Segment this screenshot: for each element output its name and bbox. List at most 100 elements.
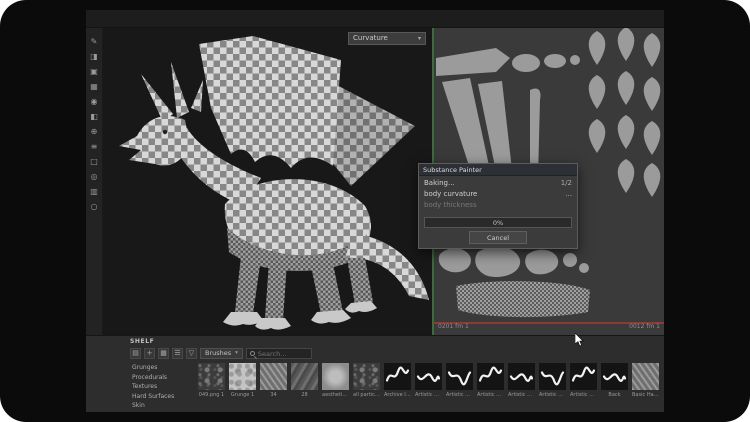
baking-item-next: body thickness (424, 201, 477, 209)
uv-island (644, 163, 661, 197)
uv-island (644, 77, 661, 111)
shelf-category-hard-surfaces[interactable]: Hard Surfaces (130, 393, 192, 402)
shelf-tile-label: Artistic Prin... (508, 392, 535, 398)
dragon-foot (255, 318, 291, 330)
shelf-tile-label: Artistic Hea... (446, 392, 473, 398)
cancel-button[interactable]: Cancel (469, 231, 527, 244)
dialog-titlebar[interactable]: Substance Painter (419, 164, 577, 176)
dragon-foot (311, 310, 351, 324)
shelf-tile-label: Archive Inte... (384, 392, 411, 398)
shelf-category-grunges[interactable]: Grunges (130, 364, 192, 373)
grunge-texture-thumbnail[interactable] (198, 363, 225, 390)
uv-island (644, 121, 661, 155)
search-input[interactable] (258, 350, 308, 358)
substance-painter-window: ✎ ◨ ▣ ▦ ◉ ◧ ⊕ ≡ □ ◎ ▥ ○ (86, 10, 664, 412)
grunge-texture-thumbnail[interactable] (229, 363, 256, 390)
search-box[interactable] (246, 348, 312, 359)
dragon-leg (311, 264, 343, 314)
material-picker-icon[interactable]: ⊕ (88, 126, 101, 138)
uv-island (618, 115, 635, 149)
channel-dropdown-value: Curvature (353, 33, 388, 44)
baking-progress-count: 1/2 (561, 179, 572, 187)
shelf-tile[interactable]: Artistic Soft... (477, 363, 504, 398)
titlebar (86, 10, 664, 28)
settings-icon[interactable]: ◎ (88, 171, 101, 183)
dragon-near-wing (199, 36, 341, 168)
uv-island (589, 31, 606, 65)
filter-icon[interactable]: ▽ (186, 348, 197, 359)
tool-toolbar: ✎ ◨ ▣ ▦ ◉ ◧ ⊕ ≡ □ ◎ ▥ ○ (86, 28, 103, 335)
brush-stroke-thumbnail[interactable] (415, 363, 442, 390)
shelf-tile[interactable]: 28 (291, 363, 318, 398)
shelf-tile[interactable]: Archive Inte... (384, 363, 411, 398)
dragon-horn (171, 62, 189, 118)
chevron-down-icon: ▾ (235, 349, 238, 358)
shelf-category-procedurals[interactable]: Procedurals (130, 374, 192, 383)
shelf-tile[interactable]: 34 (260, 363, 287, 398)
progress-percentage: 0% (493, 219, 503, 227)
viewport-3d[interactable]: Curvature ▾ (103, 28, 432, 335)
shelf-tile[interactable]: Artistic Soft... (570, 363, 597, 398)
shelf-tile[interactable]: Basic Hard... (632, 363, 659, 398)
polygon-fill-tool-icon[interactable]: ▦ (88, 81, 101, 93)
brush-stroke-thumbnail[interactable] (601, 363, 628, 390)
shelf-toolbar: ▤+▦☰▽ Brushes ▾ (130, 347, 312, 360)
paint-tool-icon[interactable]: ✎ (88, 36, 101, 48)
shelf-tile[interactable]: all particles (353, 363, 380, 398)
shelf-categories: GrungesProceduralsTexturesHard SurfacesS… (130, 364, 192, 411)
shelf-category-skin[interactable]: Skin (130, 402, 192, 411)
shelf-title: SHELF (130, 338, 154, 345)
layers-panel-icon[interactable]: ≡ (88, 141, 101, 153)
shelf-tile[interactable]: Artistic Hea... (446, 363, 473, 398)
shelf-tile-label: all particles (353, 392, 380, 398)
brush-stroke-thumbnail[interactable] (384, 363, 411, 390)
mask-icon[interactable]: □ (88, 156, 101, 168)
mouse-cursor (575, 333, 585, 347)
shelf-tile[interactable]: Artistic Bru... (415, 363, 442, 398)
shelf-tile[interactable]: Back (601, 363, 628, 398)
clone-tool-icon[interactable]: ◧ (88, 111, 101, 123)
brush-stroke-thumbnail[interactable] (508, 363, 535, 390)
shelf-tile[interactable]: Artistic Soft... (539, 363, 566, 398)
progress-bar: 0% (424, 217, 572, 228)
add-shelf-icon[interactable]: + (144, 348, 155, 359)
shelf-tile-label: 34 (260, 392, 287, 398)
texture-set-icon[interactable]: ▥ (88, 186, 101, 198)
dragon-leg (235, 256, 261, 314)
brushes-dropdown[interactable]: Brushes ▾ (200, 348, 243, 359)
shelf-tile[interactable]: 049.png 1 (198, 363, 225, 398)
shelf-tile[interactable]: aesthetics... (322, 363, 349, 398)
shelf-category-textures[interactable]: Textures (130, 383, 192, 392)
channel-dropdown[interactable]: Curvature ▾ (348, 32, 426, 45)
grunge-texture-thumbnail[interactable] (353, 363, 380, 390)
grunge-texture-thumbnail[interactable] (260, 363, 287, 390)
display-settings-icon[interactable]: ○ (88, 201, 101, 213)
smudge-tool-icon[interactable]: ◉ (88, 96, 101, 108)
uv-island-meshed (456, 281, 590, 317)
grunge-texture-thumbnail[interactable] (632, 363, 659, 390)
brush-stroke-thumbnail[interactable] (477, 363, 504, 390)
grid-view-icon[interactable]: ▦ (158, 348, 169, 359)
device-frame: ✎ ◨ ▣ ▦ ◉ ◧ ⊕ ≡ □ ◎ ▥ ○ (0, 0, 750, 422)
shelf-tile-label: Artistic Soft... (539, 392, 566, 398)
eraser-tool-icon[interactable]: ◨ (88, 51, 101, 63)
uv-tile-tag-left: 0201 fm 1 (438, 323, 469, 330)
shelf-tile[interactable]: Artistic Prin... (508, 363, 535, 398)
uv-island (579, 263, 589, 273)
uv-island (618, 71, 635, 105)
shelf-tile[interactable]: Grunge 1 (229, 363, 256, 398)
page-background: ✎ ◨ ▣ ▦ ◉ ◧ ⊕ ≡ □ ◎ ▥ ○ (0, 0, 750, 422)
brush-stroke-thumbnail[interactable] (570, 363, 597, 390)
shelf-tile-label: Basic Hard... (632, 392, 659, 398)
folder-icon[interactable]: ▤ (130, 348, 141, 359)
dragon-eye (163, 130, 167, 134)
brush-stroke-thumbnail[interactable] (446, 363, 473, 390)
projection-tool-icon[interactable]: ▣ (88, 66, 101, 78)
baking-item-current: body curvature (424, 190, 477, 198)
brush-stroke-thumbnail[interactable] (539, 363, 566, 390)
list-view-icon[interactable]: ☰ (172, 348, 183, 359)
grunge-texture-thumbnail[interactable] (322, 363, 349, 390)
shelf-tiles: 049.png 1Grunge 1 34 28aesthetics... all pa… (198, 363, 662, 398)
grunge-texture-thumbnail[interactable] (291, 363, 318, 390)
item-menu-button[interactable]: ... (565, 190, 572, 198)
